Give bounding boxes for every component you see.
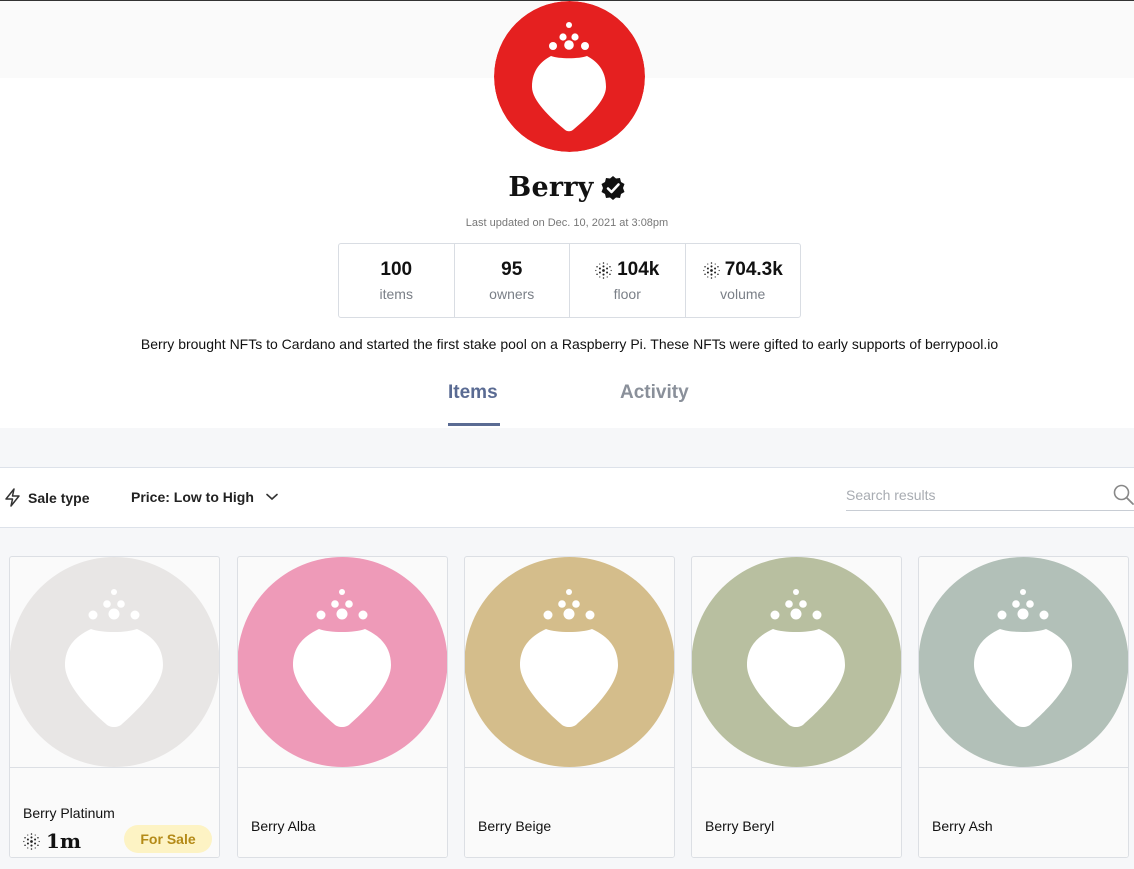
price-value: 1m <box>46 829 82 853</box>
nft-card[interactable]: Berry Alba <box>237 556 448 858</box>
card-title: Berry Ash <box>932 818 993 834</box>
collection-avatar <box>494 1 645 152</box>
active-tab-indicator <box>448 423 500 426</box>
berry-image <box>10 557 219 767</box>
search-icon[interactable] <box>1113 484 1134 505</box>
stat-owners: 95 owners <box>455 244 570 317</box>
page-title: Berry <box>508 172 594 203</box>
sort-dropdown[interactable]: Price: Low to High <box>131 489 278 505</box>
card-title: Berry Beryl <box>705 818 775 834</box>
nft-card[interactable]: Berry Platinum 1m For Sale <box>9 556 220 858</box>
chevron-down-icon <box>266 493 278 501</box>
card-title: Berry Alba <box>251 818 316 834</box>
stat-floor: 104k floor <box>570 244 686 317</box>
berry-image <box>919 557 1128 767</box>
filter-bar: Sale type Price: Low to High <box>0 467 1134 528</box>
cardano-icon <box>702 261 720 279</box>
stat-label: owners <box>489 286 535 302</box>
card-title: Berry Platinum <box>23 805 115 821</box>
sort-label: Price: Low to High <box>131 489 254 505</box>
stat-value: 104k <box>617 259 660 280</box>
stat-label: floor <box>613 286 641 302</box>
search-input[interactable] <box>846 481 1096 509</box>
cardano-icon <box>23 832 40 850</box>
stat-value: 704.3k <box>724 259 783 280</box>
stat-label: items <box>379 286 413 302</box>
nft-card[interactable]: Berry Beige <box>464 556 675 858</box>
tab-items[interactable]: Items <box>448 382 498 404</box>
for-sale-badge: For Sale <box>124 825 212 853</box>
lightning-icon <box>5 488 20 507</box>
berry-image <box>692 557 901 767</box>
card-price: 1m <box>23 829 81 853</box>
berry-logo-icon <box>494 1 645 152</box>
cardano-icon <box>595 261 612 279</box>
nft-card[interactable]: Berry Beryl <box>691 556 902 858</box>
stat-items: 100 items <box>339 244 455 317</box>
sale-type-label: Sale type <box>28 489 90 506</box>
tab-activity[interactable]: Activity <box>620 382 689 404</box>
berry-image <box>465 557 674 767</box>
title-row: Berry <box>0 172 1134 203</box>
tab-bar: Items Activity <box>0 382 1134 428</box>
nft-card[interactable]: Berry Ash <box>918 556 1129 858</box>
stat-volume: 704.3k volume <box>686 244 801 317</box>
verified-badge-icon <box>601 175 625 200</box>
sale-type-filter[interactable]: Sale type <box>4 488 89 507</box>
search-box <box>846 481 1134 511</box>
last-updated-text: Last updated on Dec. 10, 2021 at 3:08pm <box>465 217 669 229</box>
stat-value: 95 <box>501 259 523 280</box>
berry-image <box>238 557 447 767</box>
stats-panel: 100 items 95 owners 104k floor 704.3k vo… <box>338 243 801 318</box>
stat-label: volume <box>720 286 766 302</box>
stat-value: 100 <box>380 259 413 280</box>
card-title: Berry Beige <box>478 818 552 834</box>
collection-description: Berry brought NFTs to Cardano and starte… <box>140 336 999 352</box>
